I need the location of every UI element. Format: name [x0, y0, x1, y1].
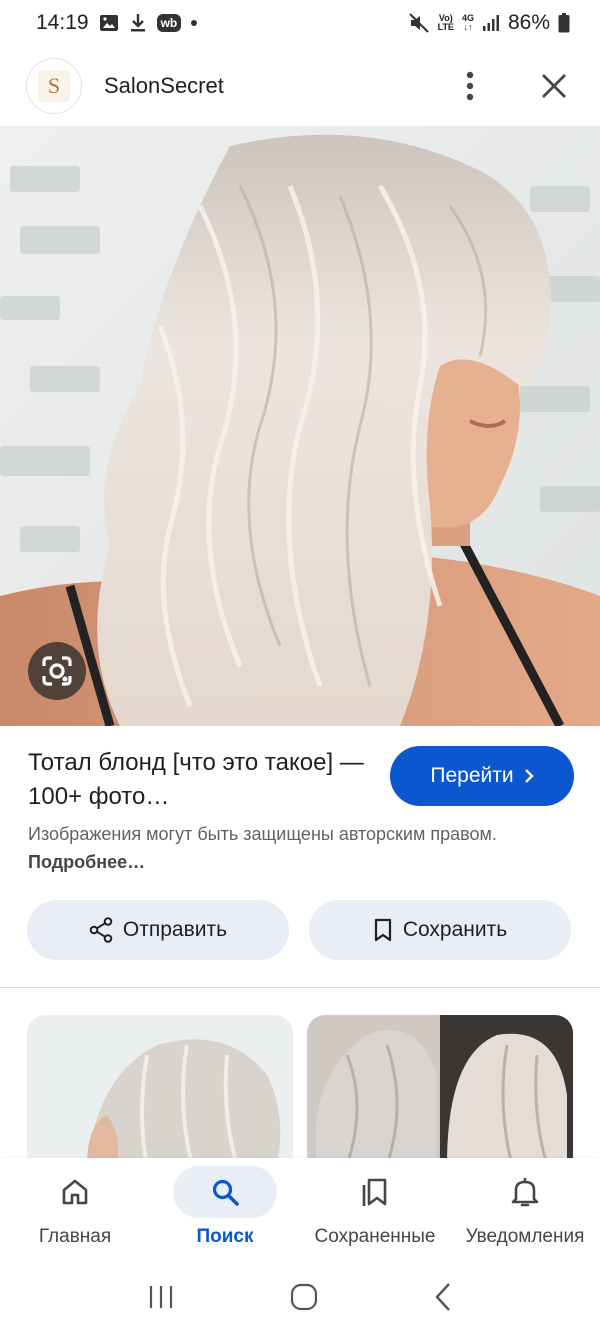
more-vert-icon: [466, 71, 474, 101]
nav-saved-label: Сохраненные: [314, 1226, 436, 1247]
copyright-notice: Изображения могут быть защищены авторски…: [28, 820, 548, 876]
close-icon: [542, 74, 566, 98]
more-notifications-dot-icon: [191, 20, 198, 26]
save-label: Сохранить: [402, 918, 508, 941]
share-button[interactable]: Отправить: [27, 900, 289, 960]
data-bottom: ↓↑: [463, 22, 473, 32]
mute-icon: [408, 13, 430, 33]
bell-icon: [511, 1178, 539, 1207]
bookmark-icon: [374, 918, 391, 942]
system-navigation: [0, 1266, 600, 1332]
related-photo-2: [307, 1015, 573, 1165]
lens-icon: [42, 656, 72, 686]
recent-apps-button[interactable]: [147, 1283, 175, 1316]
related-photo-1: [27, 1015, 293, 1165]
download-notification-icon: [129, 13, 147, 33]
more-options-button[interactable]: [450, 66, 490, 106]
home-system-button[interactable]: [290, 1283, 318, 1316]
nav-home[interactable]: Главная: [0, 1158, 150, 1266]
bottom-navigation: Главная Поиск Сохраненные Уведомления: [0, 1158, 600, 1266]
learn-more-link[interactable]: Подробнее…: [28, 852, 145, 872]
battery-icon: [558, 13, 570, 33]
nav-home-label: Главная: [38, 1226, 112, 1247]
result-image[interactable]: [0, 126, 600, 726]
battery-percent: 86%: [507, 11, 550, 34]
signal-icon: [482, 14, 500, 32]
site-name[interactable]: SalonSecret: [104, 73, 224, 99]
status-time: 14:19: [36, 11, 89, 34]
save-button[interactable]: Сохранить: [309, 900, 571, 960]
related-image-1[interactable]: [27, 1015, 293, 1165]
site-favicon[interactable]: S: [26, 58, 82, 114]
google-lens-button[interactable]: [28, 642, 86, 700]
back-button[interactable]: [433, 1282, 453, 1317]
volte-bottom: LTE: [437, 22, 454, 32]
nav-notifications-label: Уведомления: [465, 1226, 585, 1247]
volte-indicator: Vo) LTE: [438, 14, 454, 32]
collections-icon: [362, 1178, 387, 1206]
nav-search[interactable]: Поиск: [150, 1158, 300, 1266]
blonde-hair-photo: [0, 126, 600, 726]
chevron-right-icon: [524, 769, 534, 783]
share-icon: [89, 917, 113, 943]
search-icon: [212, 1179, 239, 1206]
site-favicon-letter: S: [38, 70, 70, 102]
gallery-notification-icon: [99, 14, 119, 32]
section-divider: [0, 987, 600, 988]
recents-icon: [150, 1285, 173, 1308]
nav-search-label: Поиск: [196, 1226, 254, 1247]
viewer-header: S SalonSecret: [0, 46, 600, 126]
data-indicator: 4G ↓↑: [462, 14, 474, 32]
back-chevron-icon: [435, 1282, 450, 1311]
status-bar: 14:19 wb Vo) LTE 4G ↓↑ 86%: [0, 0, 600, 46]
nav-notifications[interactable]: Уведомления: [450, 1158, 600, 1266]
related-image-2[interactable]: [307, 1015, 573, 1165]
copyright-text: Изображения могут быть защищены авторски…: [28, 824, 497, 844]
home-icon: [62, 1179, 88, 1205]
visit-button[interactable]: Перейти: [390, 746, 574, 806]
home-circle-icon: [290, 1283, 318, 1310]
share-label: Отправить: [122, 918, 228, 941]
visit-label: Перейти: [430, 764, 514, 787]
wildberries-notification-icon: wb: [156, 14, 182, 32]
nav-saved[interactable]: Сохраненные: [300, 1158, 450, 1266]
result-info: Тотал блонд [что это такое] — 100+ фото……: [28, 746, 574, 814]
close-button[interactable]: [534, 66, 574, 106]
result-title[interactable]: Тотал блонд [что это такое] — 100+ фото…: [28, 746, 368, 814]
